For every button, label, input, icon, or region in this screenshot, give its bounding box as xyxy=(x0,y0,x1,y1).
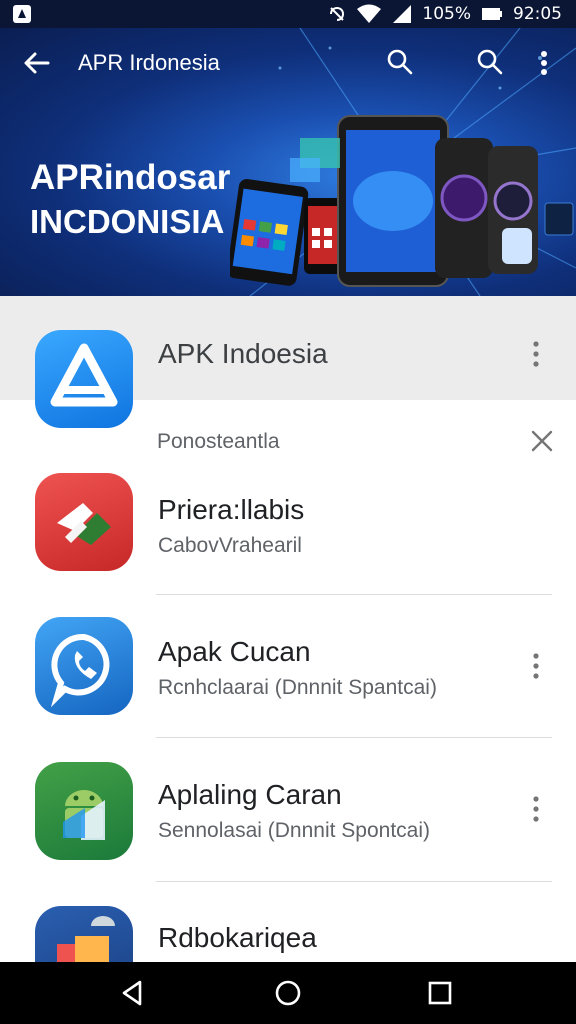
arrows-logo-icon xyxy=(57,503,111,545)
battery-percent: 105% xyxy=(422,4,471,24)
clock: 92:05 xyxy=(513,4,562,24)
wifi-icon xyxy=(357,4,382,23)
app-icon-priera[interactable] xyxy=(35,473,133,571)
app-subtitle: Sennolasai (Dnnnit Spontcai) xyxy=(158,819,430,842)
search-icon[interactable] xyxy=(386,48,414,76)
close-icon[interactable] xyxy=(531,430,553,452)
app-title[interactable]: Priera:llabis xyxy=(158,494,304,526)
featured-app-title[interactable]: APK Indoesia xyxy=(158,338,328,370)
app-subtitle: Rcnhclaarai (Dnnnit Spantcai) xyxy=(158,676,437,699)
toolbar-title: APR Irdonesia xyxy=(78,50,220,75)
more-vert-icon[interactable] xyxy=(531,652,541,680)
app-title[interactable]: Aplaling Caran xyxy=(158,779,342,811)
divider xyxy=(156,881,552,882)
app-subtitle: CabovVrahearil xyxy=(158,534,302,557)
app-icon-aplaling-caran[interactable] xyxy=(35,762,133,860)
devices-illustration xyxy=(230,115,574,287)
android-robot-icon xyxy=(63,790,105,840)
more-vert-icon[interactable] xyxy=(534,48,554,78)
recents-nav-icon[interactable] xyxy=(425,978,455,1008)
app-icon-apak-cucan[interactable] xyxy=(35,617,133,715)
divider xyxy=(156,594,552,595)
hero-subtitle: INCDONISIA xyxy=(30,203,225,240)
divider xyxy=(156,737,552,738)
app-toolbar: APR Irdonesia xyxy=(0,28,576,98)
signal-icon xyxy=(393,5,412,23)
navigation-bar xyxy=(0,962,576,1024)
status-bar: 105% 92:05 xyxy=(0,0,576,28)
battery-icon xyxy=(482,8,502,20)
section-label: Ponosteantla xyxy=(157,430,280,453)
hero-title: APRindosar xyxy=(30,158,231,197)
notification-icon xyxy=(13,5,31,23)
app-title[interactable]: Rdbokariqea xyxy=(158,922,317,954)
back-nav-icon[interactable] xyxy=(118,978,148,1008)
app-title[interactable]: Apak Cucan xyxy=(158,636,311,668)
more-vert-icon[interactable] xyxy=(531,795,541,823)
nfc-icon xyxy=(330,6,345,21)
home-nav-icon[interactable] xyxy=(273,978,303,1008)
phone-chat-icon xyxy=(50,633,110,708)
more-vert-icon[interactable] xyxy=(531,340,541,368)
app-icon-apk-indonesia[interactable] xyxy=(35,330,133,428)
search-icon[interactable] xyxy=(476,48,504,76)
back-arrow-icon[interactable] xyxy=(22,48,52,78)
triangle-logo-icon xyxy=(50,343,118,407)
